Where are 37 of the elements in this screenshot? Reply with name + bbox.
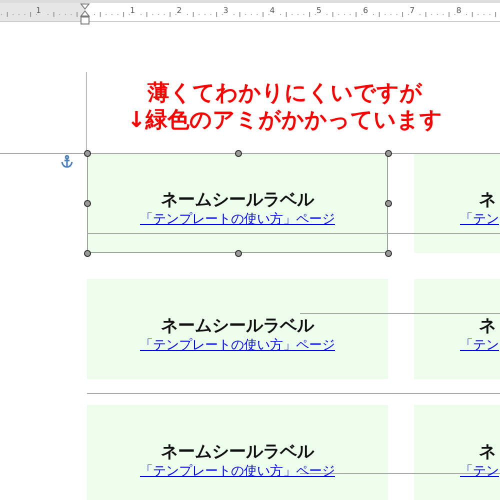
anchor-icon: [61, 155, 73, 168]
label-title: ネ: [479, 315, 496, 337]
label-card[interactable]: ネ 「テン: [414, 279, 500, 379]
ruler-number: 7: [410, 6, 415, 15]
selection-handle[interactable]: [385, 200, 392, 207]
ruler-number: 8: [456, 6, 462, 15]
ruler-number: 1: [36, 6, 42, 15]
ruler-number: 3: [223, 6, 228, 15]
ruler-number: 1: [130, 6, 136, 15]
indent-marker-icon[interactable]: [80, 3, 90, 25]
annotation-text: 薄くてわかりにくいですが ↓緑色のアミがかかっています: [126, 80, 444, 134]
selection-handle[interactable]: [84, 250, 91, 257]
ruler-number: 4: [270, 6, 275, 15]
label-title: ネ: [479, 441, 496, 463]
template-link[interactable]: 「テン: [460, 211, 499, 229]
ruler-number: 5: [316, 6, 322, 15]
label-title: ネ: [479, 189, 496, 211]
label-title: ネームシールラベル: [161, 441, 314, 463]
label-title: ネームシールラベル: [161, 189, 314, 211]
selection-handle[interactable]: [234, 250, 242, 257]
selection-handle[interactable]: [385, 150, 392, 157]
label-card[interactable]: ネームシールラベル 「テンプレートの使い方」ページ: [87, 279, 388, 379]
template-link[interactable]: 「テン: [460, 337, 499, 355]
ruler-number: 2: [176, 6, 182, 15]
label-card[interactable]: ネ 「テン: [414, 405, 500, 500]
ruler-number: 6: [363, 6, 368, 15]
selection-handle[interactable]: [234, 150, 242, 157]
label-card[interactable]: ネームシールラベル 「テンプレートの使い方」ページ: [87, 405, 388, 500]
label-title: ネームシールラベル: [161, 315, 314, 337]
template-link[interactable]: 「テンプレートの使い方」ページ: [140, 337, 335, 355]
selection-handle[interactable]: [84, 150, 91, 157]
template-link[interactable]: 「テン: [460, 463, 499, 481]
selection-handle[interactable]: [84, 200, 91, 207]
label-card[interactable]: ネ 「テン: [414, 153, 500, 253]
template-link[interactable]: 「テンプレートの使い方」ページ: [140, 211, 335, 229]
selection-handle[interactable]: [385, 250, 392, 257]
template-link[interactable]: 「テンプレートの使い方」ページ: [140, 463, 335, 481]
